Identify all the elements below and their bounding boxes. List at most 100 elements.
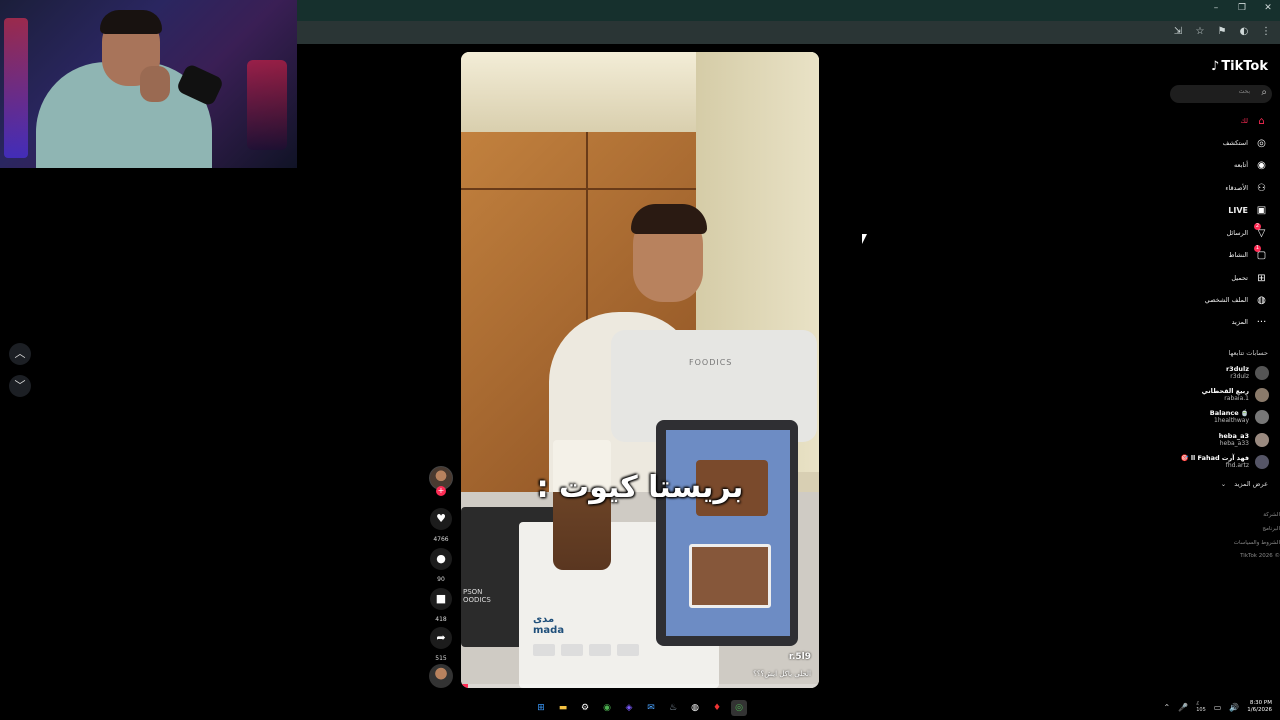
next-video-button[interactable]: ﹀ xyxy=(9,375,31,397)
activity-icon: ▢ 1 xyxy=(1254,244,1267,261)
profile-avatar-icon: ◍ xyxy=(1257,294,1266,306)
file-explorer-icon[interactable]: ▬ xyxy=(555,700,571,716)
see-more-label: عرض المزيد xyxy=(1234,480,1268,488)
install-app-icon[interactable]: ⇲ xyxy=(1172,26,1184,38)
search-input[interactable]: ⌕ بحث xyxy=(1170,85,1272,103)
logo-text: TikTok xyxy=(1221,59,1268,74)
register-brand: FOODICS xyxy=(689,358,733,367)
volume-icon[interactable]: 🔊 xyxy=(1229,703,1239,712)
video-progress-bar[interactable] xyxy=(461,684,819,688)
nav-friends[interactable]: ⚇ الأصدقاء xyxy=(1225,181,1268,195)
following-account[interactable]: 🍵 Balance 1healthway xyxy=(1210,407,1269,427)
save-button[interactable]: ■ 418 xyxy=(428,588,454,623)
following-account[interactable]: r3dulz r3dulz xyxy=(1226,363,1269,383)
mouse-cursor xyxy=(862,234,871,244)
messages-icon: ▽ 2 xyxy=(1254,222,1266,239)
follow-button[interactable]: + xyxy=(436,486,446,496)
avatar xyxy=(1255,455,1269,469)
following-accounts-title: حسابات تتابعها xyxy=(1228,349,1268,357)
video-author[interactable]: r.5l9 xyxy=(789,652,811,662)
messages-badge: 2 xyxy=(1254,222,1261,230)
system-tray: ⌃ 🎤 ℰ 105 ▭ 🔊 8:30 PM 1/6/2026 xyxy=(1164,700,1272,714)
footer-link-program[interactable]: البرنامج xyxy=(1262,526,1280,532)
like-button[interactable]: ♥ 4766 xyxy=(428,508,454,543)
chrome-icon[interactable]: ◉ xyxy=(599,700,615,716)
nav-profile[interactable]: ◍ الملف الشخصي xyxy=(1205,293,1268,307)
save-count: 418 xyxy=(435,616,447,623)
share-count: 515 xyxy=(435,655,447,662)
footer-link-company[interactable]: الشركة xyxy=(1263,512,1280,518)
music-disc[interactable] xyxy=(429,664,453,688)
payment-cards xyxy=(533,644,639,656)
coffee-cup xyxy=(553,440,611,570)
see-more-button[interactable]: عرض المزيد ⌄ xyxy=(1221,480,1268,488)
window-controls: – ❐ ✕ xyxy=(1210,3,1274,13)
video-progress-fill xyxy=(461,684,469,688)
bookmark-icon: ■ xyxy=(430,588,452,610)
heart-icon: ♥ xyxy=(430,508,452,530)
following-account[interactable]: heba_a3 heba_a33 xyxy=(1219,430,1269,450)
tray-overflow-icon[interactable]: ⌃ xyxy=(1164,703,1171,712)
profile-icon[interactable]: ◐ xyxy=(1238,26,1250,38)
menu-icon[interactable]: ⋮ xyxy=(1260,26,1272,38)
language-icon[interactable]: ℰ 105 xyxy=(1196,701,1206,713)
screen: – ❐ ✕ ⇲ ☆ ⚑ ◐ ⋮ ︿ ﹀ FOODICS PSON OODICS … xyxy=(0,0,1280,720)
nav-more[interactable]: ··· المزيد xyxy=(1232,315,1268,329)
obs-icon[interactable]: ◍ xyxy=(687,700,703,716)
nav-following[interactable]: ◉ أتابعه xyxy=(1234,158,1268,172)
taskbar: ⊞ ▬ ⚙ ◉ ◈ ✉ ♨ ◍ ♦ ◎ ⌃ 🎤 ℰ 105 ▭ 🔊 8:30 P… xyxy=(0,697,1280,720)
tiktok-logo[interactable]: ♪ TikTok xyxy=(1211,59,1268,74)
previous-video-button[interactable]: ︿ xyxy=(9,343,31,365)
webcam-overlay xyxy=(0,0,297,168)
clock[interactable]: 8:30 PM 1/6/2026 xyxy=(1247,700,1272,714)
tiktok-note-icon: ♪ xyxy=(1211,59,1220,74)
discord-icon[interactable]: ◈ xyxy=(621,700,637,716)
footer-link-terms[interactable]: الشروط والسياسات xyxy=(1234,540,1280,546)
valorant-icon[interactable]: ♦ xyxy=(709,700,725,716)
maximize-button[interactable]: ❐ xyxy=(1236,3,1248,13)
comment-icon: ● xyxy=(430,548,452,570)
comment-button[interactable]: ● 90 xyxy=(428,548,454,583)
mail-icon[interactable]: ✉ xyxy=(643,700,659,716)
nav-explore[interactable]: ◎ استكشف xyxy=(1223,136,1268,150)
taskbar-apps: ⊞ ▬ ⚙ ◉ ◈ ✉ ♨ ◍ ♦ ◎ xyxy=(533,700,747,716)
microphone-icon[interactable]: 🎤 xyxy=(1178,703,1188,712)
network-icon[interactable]: ▭ xyxy=(1214,703,1222,712)
video-description: الحلى ياكل ايش؟؟؟ xyxy=(753,670,811,678)
home-icon: ⌂ xyxy=(1258,115,1265,127)
following-account[interactable]: ربيع القحطاني rabaia.1 xyxy=(1202,385,1269,405)
video-player[interactable]: FOODICS PSON OODICS مدى mada بريستا كيوت… xyxy=(461,52,819,688)
chevron-down-icon: ⌄ xyxy=(1220,480,1227,488)
like-count: 4766 xyxy=(433,536,449,543)
nav-for-you[interactable]: ⌂ لك xyxy=(1241,114,1268,128)
avatar xyxy=(1255,433,1269,447)
steam-icon[interactable]: ♨ xyxy=(665,700,681,716)
nav-messages[interactable]: ▽ 2 الرسائل xyxy=(1226,222,1268,240)
following-account[interactable]: فهد آرت ll Fahad 🎯 fhd.artz xyxy=(1180,452,1269,472)
printer-label: PSON OODICS xyxy=(463,588,491,604)
chrome-active-icon[interactable]: ◎ xyxy=(731,700,747,716)
minimize-button[interactable]: – xyxy=(1210,3,1222,13)
nav-live[interactable]: ▣ LIVE xyxy=(1228,203,1268,217)
search-placeholder: بحث xyxy=(1238,88,1250,95)
video-caption: بريستا كيوت : xyxy=(536,470,744,505)
following-avatar-icon: ◉ xyxy=(1257,159,1266,171)
avatar xyxy=(1255,366,1269,380)
start-icon[interactable]: ⊞ xyxy=(533,700,549,716)
tab-strip: – ❐ ✕ xyxy=(297,0,1280,21)
nav-activity[interactable]: ▢ 1 النشاط xyxy=(1228,244,1268,262)
bookmark-star-icon[interactable]: ☆ xyxy=(1194,26,1206,38)
browser-toolbar: ⇲ ☆ ⚑ ◐ ⋮ xyxy=(297,21,1280,44)
share-icon: ➦ xyxy=(430,627,452,649)
mada-label: مدى mada xyxy=(533,614,565,636)
settings-icon[interactable]: ⚙ xyxy=(577,700,593,716)
sidebar: ♪ TikTok ⌕ بحث ⌂ لك ◎ استكشف ◉ أتابعه ⚇ … xyxy=(1160,52,1280,572)
footer-copyright: © 2026 TikTok xyxy=(1240,553,1280,559)
search-icon: ⌕ xyxy=(1261,87,1267,98)
extensions-icon[interactable]: ⚑ xyxy=(1216,26,1228,38)
activity-badge: 1 xyxy=(1254,244,1261,252)
friends-icon: ⚇ xyxy=(1257,182,1266,194)
nav-upload[interactable]: ⊞ تحميل xyxy=(1231,271,1268,285)
close-button[interactable]: ✕ xyxy=(1262,3,1274,13)
share-button[interactable]: ➦ 515 xyxy=(428,627,454,662)
